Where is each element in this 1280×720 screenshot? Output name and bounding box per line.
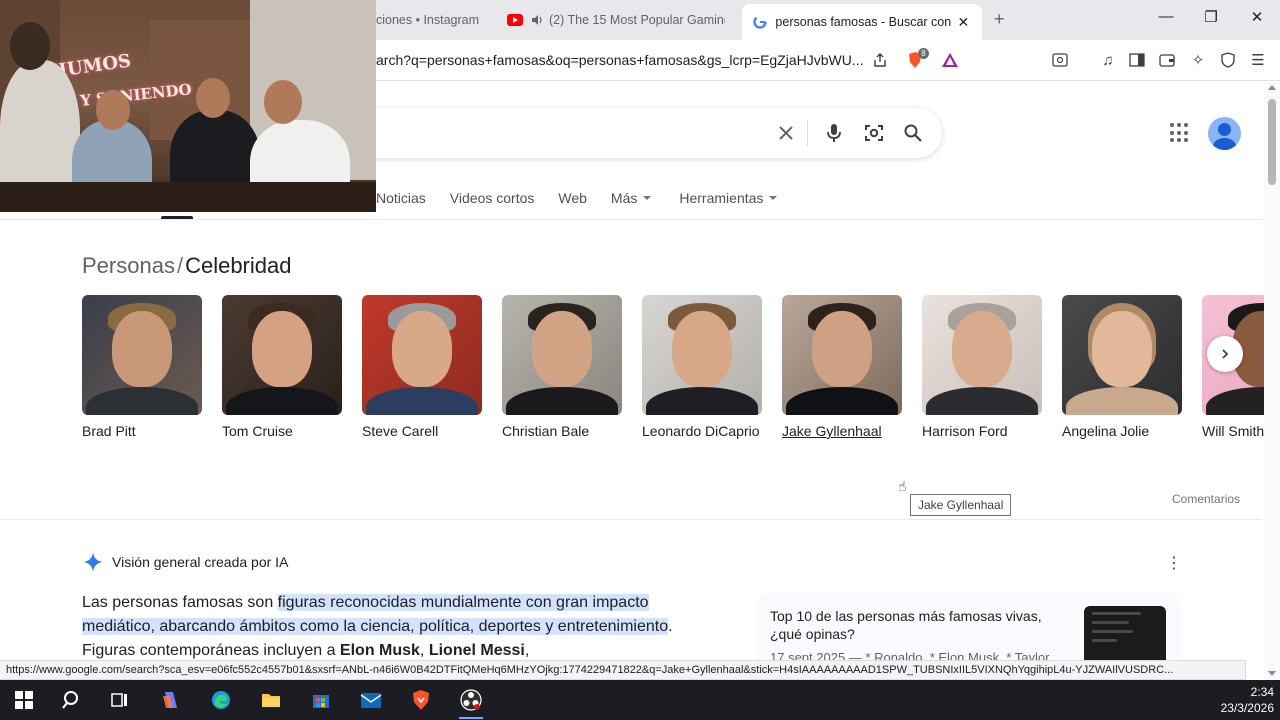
section-title: Personas/Celebridad	[82, 253, 292, 278]
person-photo[interactable]	[922, 295, 1042, 415]
scrollbar-thumb[interactable]	[1268, 99, 1276, 185]
breadcrumb-personas[interactable]: Personas	[82, 253, 175, 278]
search-nav-tabs: Noticias Videos cortos Web Más Herramien…	[376, 188, 801, 208]
wallet-icon[interactable]	[1157, 50, 1177, 70]
ai-overview-title: Visión general creada por IA	[112, 554, 289, 570]
windows-taskbar	[0, 680, 1280, 720]
new-tab-button[interactable]: +	[994, 9, 1005, 30]
obs-studio-icon[interactable]	[459, 688, 483, 712]
url-field[interactable]: arch?q=personas+famosas&oq=personas+famo…	[376, 52, 864, 68]
screen: ciones • Instagram (2) The 15 Most Popul…	[0, 0, 1280, 720]
page-scrollbar[interactable]	[1264, 81, 1280, 680]
tab-google-search[interactable]: personas famosas - Buscar con G ✕	[742, 4, 982, 40]
person-photo[interactable]	[642, 295, 762, 415]
brave-badge: 8	[918, 48, 929, 59]
webcam-overlay: HUMOS Y SONIENDO	[0, 0, 376, 212]
google-apps-icon[interactable]	[1170, 123, 1190, 143]
mail-icon[interactable]	[359, 688, 383, 712]
tab-web[interactable]: Web	[558, 188, 587, 208]
file-explorer-icon[interactable]	[259, 688, 283, 712]
account-avatar[interactable]	[1208, 117, 1241, 150]
google-icon	[752, 14, 767, 30]
gemini-sparkle-icon	[83, 552, 103, 572]
copilot-icon[interactable]	[159, 688, 183, 712]
brave-rewards-icon[interactable]	[940, 50, 960, 70]
lens-camera-icon[interactable]	[862, 121, 886, 145]
tab-instagram[interactable]: ciones • Instagram	[376, 6, 494, 34]
chevron-down-icon	[643, 196, 652, 200]
webcam-table	[0, 182, 376, 212]
search-taskbar-icon[interactable]	[60, 688, 84, 712]
person-card[interactable]: Leonardo DiCaprio	[642, 295, 762, 439]
nav-divider	[0, 219, 1262, 220]
hover-tooltip: Jake Gyllenhaal	[910, 494, 1012, 516]
edge-icon[interactable]	[209, 688, 233, 712]
more-options-icon[interactable]: ⋮	[1166, 553, 1182, 573]
person-photo[interactable]	[362, 295, 482, 415]
system-clock[interactable]: 2:34 23/3/2026	[1216, 684, 1274, 716]
chevron-right-icon	[1222, 349, 1229, 359]
scroll-up-arrow[interactable]	[1268, 85, 1276, 90]
close-window-button[interactable]: ✕	[1247, 8, 1267, 26]
tab-videos-cortos[interactable]: Videos cortos	[450, 188, 535, 208]
person-card[interactable]: Steve Carell	[362, 295, 482, 439]
person-photo[interactable]	[782, 295, 902, 415]
menu-icon[interactable]: ☰	[1248, 50, 1268, 70]
status-bar-url: https://www.google.com/search?sca_esv=e0…	[0, 660, 1246, 680]
page-search-icon[interactable]	[1050, 50, 1070, 70]
people-carousel: Brad Pitt Tom Cruise Steve Carell Christ…	[82, 295, 1264, 465]
windows-start-icon[interactable]	[12, 688, 36, 712]
restore-button[interactable]: ❐	[1201, 8, 1221, 26]
tab-label: (2) The 15 Most Popular Gaming	[549, 13, 725, 27]
microphone-icon[interactable]	[822, 121, 846, 145]
chevron-down-icon	[769, 196, 778, 200]
person-card[interactable]: Christian Bale	[502, 295, 622, 439]
minimize-button[interactable]: —	[1156, 8, 1176, 25]
clock-time: 2:34	[1250, 685, 1274, 699]
clear-search-icon[interactable]	[774, 121, 798, 145]
close-tab-icon[interactable]: ✕	[955, 14, 972, 31]
sidebar-icon[interactable]	[1127, 50, 1147, 70]
speaker-icon[interactable]	[531, 12, 543, 28]
tab-noticias[interactable]: Noticias	[376, 188, 426, 208]
source-card-thumbnail[interactable]	[1084, 606, 1166, 666]
music-icon[interactable]: ♫	[1098, 50, 1118, 70]
person-card[interactable]: Angelina Jolie	[1062, 295, 1182, 439]
tab-youtube[interactable]: (2) The 15 Most Popular Gaming	[507, 6, 725, 34]
person-card[interactable]: Jake Gyllenhaal	[782, 295, 902, 439]
ai-overview-header: Visión general creada por IA	[82, 551, 288, 573]
person-photo[interactable]	[222, 295, 342, 415]
clock-date: 23/3/2026	[1220, 701, 1274, 715]
person-card[interactable]: Harrison Ford	[922, 295, 1042, 439]
search-divider	[807, 120, 808, 146]
hand-cursor-icon: ☝	[898, 478, 907, 494]
source-card-title[interactable]: Top 10 de las personas más famosas vivas…	[770, 607, 1076, 643]
person-photo[interactable]	[502, 295, 622, 415]
person-card[interactable]: Brad Pitt	[82, 295, 202, 439]
ai-overview-text: Las personas famosas son figuras reconoc…	[82, 594, 673, 659]
leo-ai-icon[interactable]: ✧	[1188, 50, 1208, 70]
breadcrumb-celebridad: Celebridad	[185, 253, 292, 278]
section-divider	[0, 519, 1262, 520]
taskbar-active-indicator	[459, 717, 483, 719]
feedback-link[interactable]: Comentarios	[1172, 492, 1240, 506]
search-box[interactable]	[340, 108, 942, 158]
person-card[interactable]: Tom Cruise	[222, 295, 342, 439]
tab-label: personas famosas - Buscar con G	[775, 15, 955, 29]
scroll-down-arrow[interactable]	[1268, 671, 1276, 676]
search-icon[interactable]	[901, 121, 925, 145]
tab-mas[interactable]: Más	[611, 188, 652, 208]
tab-label: ciones • Instagram	[376, 13, 480, 27]
carousel-next-button[interactable]	[1207, 336, 1243, 372]
brave-browser-icon[interactable]	[409, 688, 433, 712]
person-photo[interactable]	[82, 295, 202, 415]
tab-herramientas[interactable]: Herramientas	[679, 188, 778, 208]
person-photo[interactable]	[1062, 295, 1182, 415]
microsoft-store-icon[interactable]	[309, 688, 333, 712]
share-icon[interactable]	[870, 50, 890, 70]
vpn-shield-icon[interactable]	[1218, 50, 1238, 70]
youtube-icon	[507, 12, 523, 28]
task-view-icon[interactable]	[108, 688, 132, 712]
